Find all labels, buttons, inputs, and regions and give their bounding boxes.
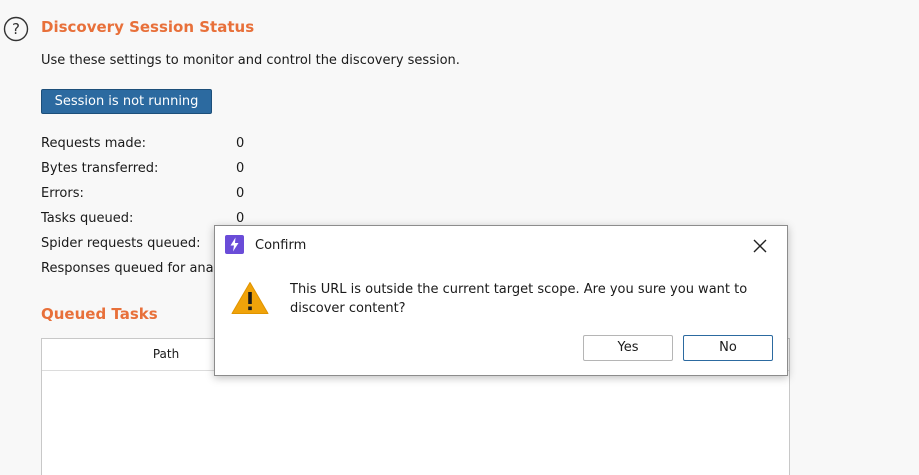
discovery-page: ? Discovery Session Status Use these set…	[0, 0, 919, 475]
help-icon[interactable]: ?	[3, 16, 29, 42]
yes-button[interactable]: Yes	[583, 335, 673, 361]
confirm-dialog: Confirm This URL is outside the current …	[214, 225, 788, 376]
stat-bytes-value: 0	[236, 161, 245, 176]
no-button[interactable]: No	[683, 335, 773, 361]
stat-errors-value: 0	[236, 186, 245, 201]
warning-icon	[231, 282, 269, 314]
stat-bytes-label: Bytes transferred:	[41, 161, 159, 176]
stat-responses-label: Responses queued for analy	[41, 261, 225, 276]
app-logo-icon	[225, 235, 244, 254]
status-section-title: Discovery Session Status	[41, 18, 255, 36]
svg-text:?: ?	[12, 20, 20, 38]
dialog-title: Confirm	[255, 238, 307, 253]
stat-tasks-value: 0	[236, 211, 245, 226]
status-description: Use these settings to monitor and contro…	[41, 53, 460, 68]
close-icon[interactable]	[750, 236, 770, 256]
session-toggle-button[interactable]: Session is not running	[41, 89, 212, 114]
stat-requests-value: 0	[236, 136, 245, 151]
dialog-message: This URL is outside the current target s…	[290, 282, 748, 316]
queued-section-title: Queued Tasks	[41, 305, 158, 323]
stat-errors-label: Errors:	[41, 186, 84, 201]
stat-requests-label: Requests made:	[41, 136, 146, 151]
stat-spider-label: Spider requests queued:	[41, 236, 201, 251]
stat-tasks-label: Tasks queued:	[41, 211, 134, 226]
